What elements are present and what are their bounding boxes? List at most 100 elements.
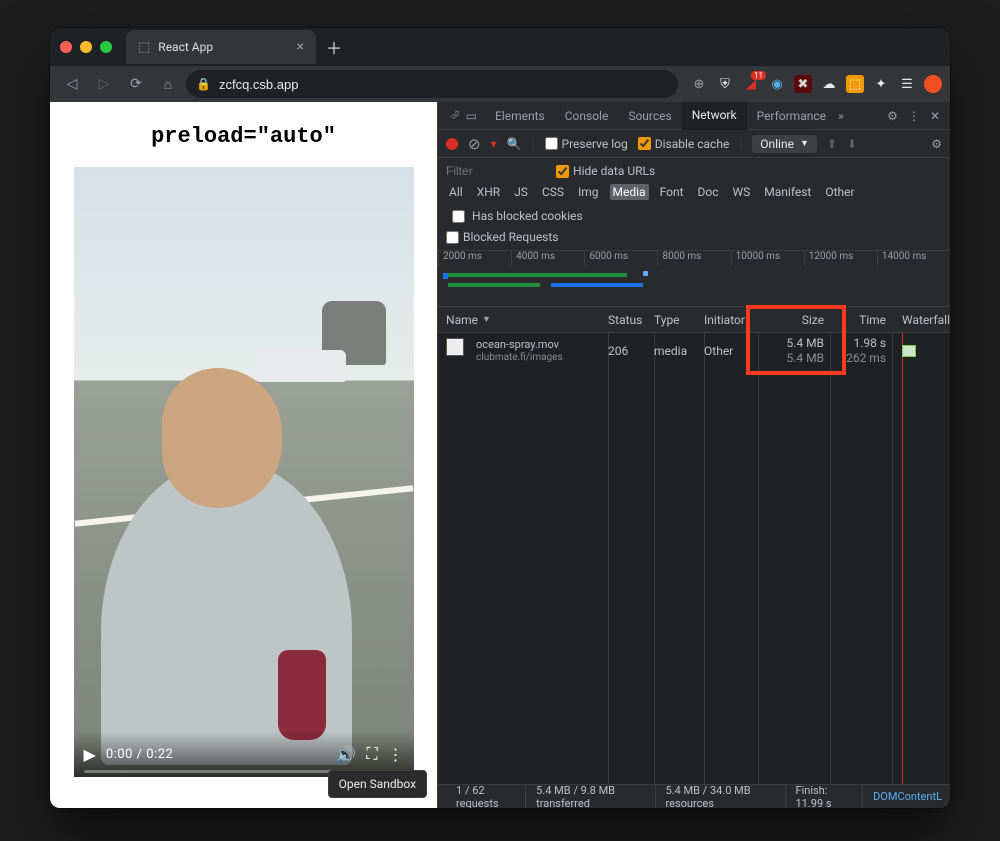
lock-icon: 🔒 — [196, 77, 211, 91]
ext-plus-icon[interactable]: ⊕ — [690, 75, 708, 93]
upload-icon[interactable]: ⬆ — [827, 137, 837, 151]
fullscreen-icon[interactable]: ⛶ — [366, 744, 377, 764]
devtools-menu-icon[interactable]: ⋮ — [908, 109, 920, 123]
ext-playlist-icon[interactable]: ☰ — [898, 75, 916, 93]
annotation-highlight — [746, 305, 846, 375]
video-menu-icon[interactable]: ⋮ — [388, 745, 404, 764]
tab-console[interactable]: Console — [555, 102, 619, 130]
browser-toolbar: ◁ ▷ ⟳ ⌂ 🔒 ⊕ ⛨ ◢ ◉ ✖ ☁ ⬚ ✦ ☰ — [50, 66, 950, 102]
browser-window: ⬚ React App × ＋ ◁ ▷ ⟳ ⌂ 🔒 ⊕ ⛨ ◢ ◉ ✖ ☁ ⬚ … — [50, 28, 950, 808]
hide-data-urls-checkbox[interactable]: Hide data URLs — [556, 164, 655, 178]
filter-xhr[interactable]: XHR — [474, 184, 503, 200]
tab-elements[interactable]: Elements — [485, 102, 555, 130]
reload-button[interactable]: ⟳ — [122, 70, 150, 98]
filter-media[interactable]: Media — [610, 184, 649, 200]
throttling-select[interactable]: Online▼ — [752, 135, 817, 153]
network-timeline[interactable]: 2000 ms 4000 ms 6000 ms 8000 ms 10000 ms… — [438, 251, 950, 307]
filter-manifest[interactable]: Manifest — [761, 184, 814, 200]
settings-gear-icon[interactable]: ⚙ — [887, 109, 898, 123]
devtools-panel: ⮰ ▭ Elements Console Sources Network Per… — [437, 102, 950, 808]
page-heading: preload="auto" — [151, 124, 336, 149]
tabs-overflow-icon[interactable]: » — [838, 109, 844, 123]
ext-shield-icon[interactable]: ⛨ — [716, 75, 734, 93]
extension-icons: ⊕ ⛨ ◢ ◉ ✖ ☁ ⬚ ✦ ☰ — [690, 75, 942, 93]
tab-network[interactable]: Network — [682, 102, 747, 130]
download-icon[interactable]: ⬇ — [847, 137, 857, 151]
search-icon[interactable]: 🔍 — [507, 137, 522, 151]
filter-all[interactable]: All — [446, 184, 466, 200]
network-settings-icon[interactable]: ⚙ — [931, 137, 942, 151]
home-button[interactable]: ⌂ — [154, 70, 182, 98]
devtools-tabs: ⮰ ▭ Elements Console Sources Network Per… — [438, 102, 950, 130]
traffic-lights — [60, 41, 112, 53]
timeline-mark: 8000 ms — [657, 251, 730, 266]
forward-button[interactable]: ▷ — [90, 70, 118, 98]
ext-globe-icon[interactable]: ◉ — [768, 75, 786, 93]
tab-title: React App — [158, 40, 213, 54]
timeline-mark: 14000 ms — [877, 251, 950, 266]
ext-avatar-icon[interactable] — [924, 75, 942, 93]
record-button[interactable] — [446, 138, 458, 150]
back-button[interactable]: ◁ — [58, 70, 86, 98]
filter-input[interactable] — [446, 164, 546, 178]
status-resources: 5.4 MB / 34.0 MB resources — [656, 785, 786, 808]
scene-bottle — [278, 650, 326, 740]
status-transferred: 5.4 MB / 9.8 MB transferred — [526, 785, 655, 808]
timeline-mark: 2000 ms — [438, 251, 511, 266]
cell-waterfall — [892, 345, 950, 357]
favicon-icon: ⬚ — [138, 40, 150, 55]
page-viewport: preload="auto" ▶ 0:00 / 0:22 🔊 — [50, 102, 437, 808]
new-tab-button[interactable]: ＋ — [326, 35, 342, 59]
resource-thumb — [446, 338, 464, 356]
ext-warning-icon[interactable]: ◢ — [742, 75, 760, 93]
col-waterfall[interactable]: Waterfall — [892, 313, 950, 327]
open-sandbox-button[interactable]: Open Sandbox — [328, 770, 427, 798]
minimize-window-icon[interactable] — [80, 41, 92, 53]
filter-font[interactable]: Font — [657, 184, 687, 200]
tab-performance[interactable]: Performance — [747, 102, 836, 130]
video-player[interactable]: ▶ 0:00 / 0:22 🔊 ⛶ ⋮ — [74, 167, 414, 777]
filter-js[interactable]: JS — [511, 184, 531, 200]
disable-cache-checkbox[interactable]: Disable cache — [638, 137, 730, 151]
resource-host: clubmate.fi/images — [476, 352, 563, 365]
clear-button[interactable]: ⊘ — [468, 135, 481, 153]
play-button[interactable]: ▶ — [84, 745, 96, 764]
col-name[interactable]: Name▼ — [438, 313, 608, 327]
maximize-window-icon[interactable] — [100, 41, 112, 53]
devtools-close-icon[interactable]: ✕ — [930, 109, 940, 123]
has-blocked-cookies-checkbox[interactable]: Has blocked cookies — [452, 208, 586, 224]
col-type[interactable]: Type — [654, 313, 704, 327]
network-grid-body: ocean-spray.mov clubmate.fi/images 206 m… — [438, 333, 950, 784]
filter-other[interactable]: Other — [822, 184, 857, 200]
url-input[interactable] — [219, 77, 668, 92]
timeline-mark: 6000 ms — [584, 251, 657, 266]
col-status[interactable]: Status — [608, 313, 654, 327]
ext-puzzle-icon[interactable]: ✦ — [872, 75, 890, 93]
status-domcontent: DOMContentL — [863, 785, 950, 808]
close-window-icon[interactable] — [60, 41, 72, 53]
preserve-log-checkbox[interactable]: Preserve log — [545, 137, 628, 151]
timeline-mark: 10000 ms — [731, 251, 804, 266]
filter-ws[interactable]: WS — [730, 184, 754, 200]
browser-tab[interactable]: ⬚ React App × — [126, 30, 316, 64]
close-tab-icon[interactable]: × — [297, 39, 304, 55]
device-toolbar-icon[interactable]: ▭ — [466, 109, 477, 123]
filter-toggle-icon[interactable]: ▾ — [491, 137, 497, 151]
ext-music-icon[interactable]: ☁ — [820, 75, 838, 93]
address-bar[interactable]: 🔒 — [186, 70, 678, 98]
network-statusbar: 1 / 62 requests 5.4 MB / 9.8 MB transfer… — [438, 784, 950, 808]
blocked-requests-checkbox[interactable]: Blocked Requests — [446, 230, 942, 244]
filter-img[interactable]: Img — [575, 184, 602, 200]
network-toolbar: ⊘ ▾ 🔍 | Preserve log Disable cache | Onl… — [438, 130, 950, 158]
ext-red-icon[interactable]: ✖ — [794, 75, 812, 93]
ext-orange-icon[interactable]: ⬚ — [846, 75, 864, 93]
filter-doc[interactable]: Doc — [695, 184, 722, 200]
cell-status: 206 — [608, 344, 654, 358]
table-row[interactable]: ocean-spray.mov clubmate.fi/images 206 m… — [438, 333, 950, 369]
volume-icon[interactable]: 🔊 — [336, 745, 356, 764]
tab-sources[interactable]: Sources — [618, 102, 681, 130]
inspect-element-icon[interactable]: ⮰ — [450, 108, 460, 123]
titlebar: ⬚ React App × ＋ — [50, 28, 950, 66]
timeline-mark: 4000 ms — [511, 251, 584, 266]
filter-css[interactable]: CSS — [539, 184, 567, 200]
